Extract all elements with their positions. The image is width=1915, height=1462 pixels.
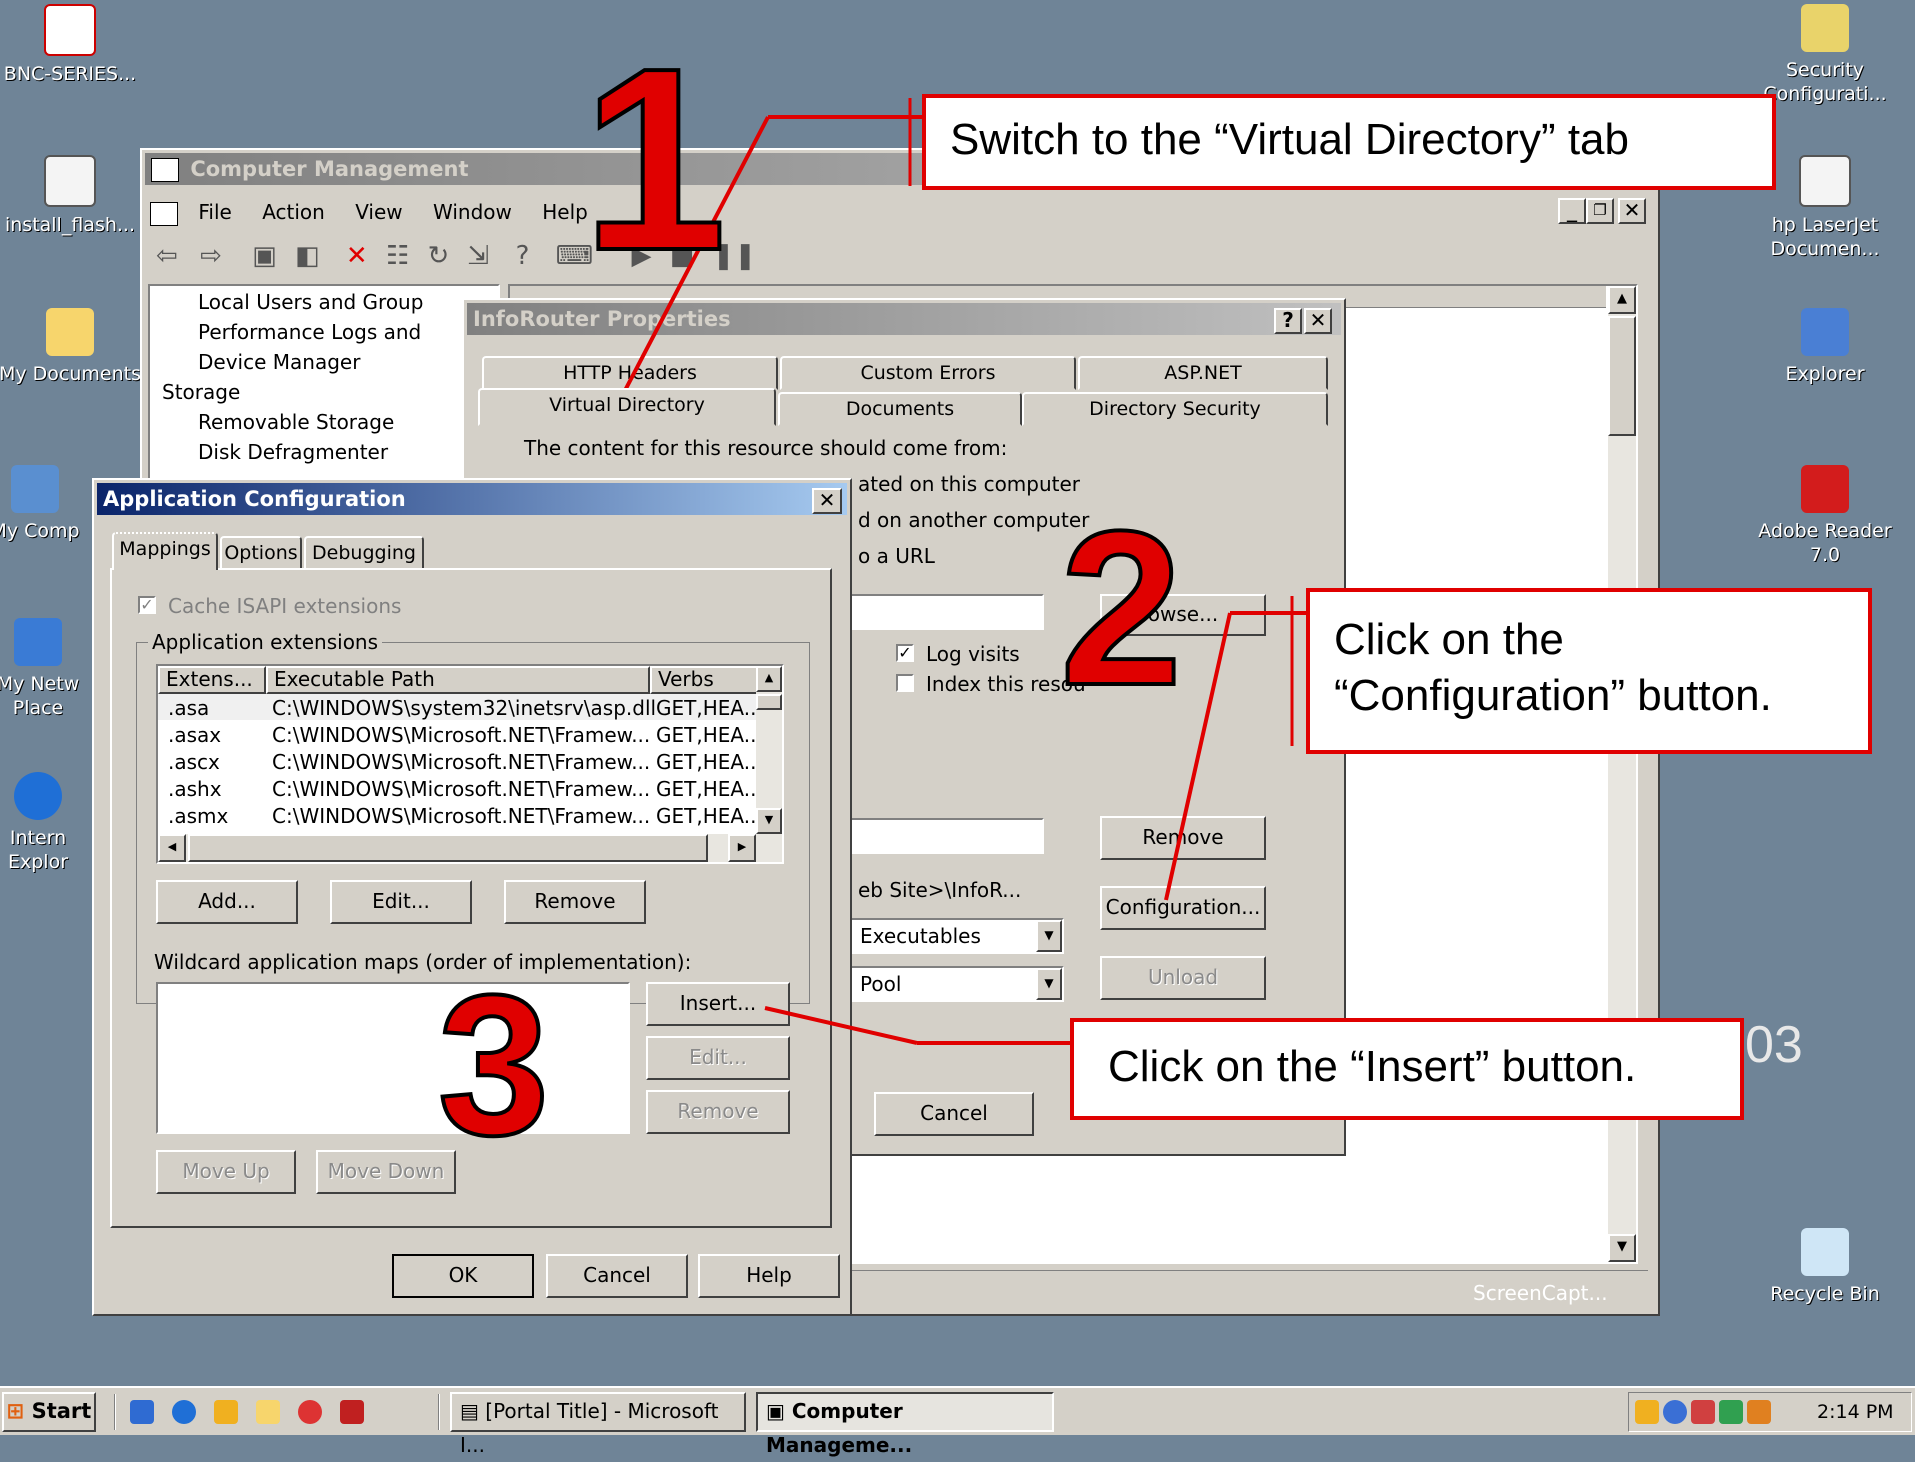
task-label: [Portal Title] - Microsoft I... [460,1399,719,1457]
callout-step-2: Click on the “Configuration” button. [1306,588,1872,754]
tray-update-icon[interactable] [1719,1400,1743,1424]
callout-line-3b [764,1006,918,1045]
desktop: { "desktop_icons": [ {"label": "BNC-SERI… [0,0,1915,1457]
tab-mappings[interactable]: Mappings [112,532,218,570]
windows-logo-icon: ⊞ [6,1399,25,1423]
taskbar-divider [438,1394,440,1430]
quicklaunch-folder-icon[interactable] [256,1400,280,1424]
tray-alert-icon[interactable] [1747,1400,1771,1424]
ie-page-icon: ▤ [460,1399,479,1423]
quicklaunch-ie-icon[interactable] [172,1400,196,1424]
callout-step-1: Switch to the “Virtual Directory” tab [922,94,1776,190]
task-computer-management[interactable]: ▣ Computer Manageme... [756,1392,1054,1457]
callout-step-1-text: Switch to the “Virtual Directory” tab [950,115,1629,164]
step-1-number: 1 [580,15,729,305]
taskbar: ⊞ Start ▤ [Portal Title] - Microsoft I..… [0,1386,1915,1457]
quicklaunch-media-icon[interactable] [298,1400,322,1424]
start-label: Start [31,1399,92,1423]
quicklaunch-explorer-icon[interactable] [130,1400,154,1424]
step-3-number: 3 [436,954,551,1177]
callout-step-3: Click on the “Insert” button. [1070,1018,1744,1120]
quicklaunch-adobe-icon[interactable] [340,1400,364,1424]
tray-clock-icon[interactable] [1635,1400,1659,1424]
callout-step-2-line-1: Click on the [1334,615,1564,664]
system-tray: 2:14 PM [1628,1392,1912,1432]
tray-network-icon[interactable] [1663,1400,1687,1424]
computer-icon: ▣ [766,1399,785,1423]
clock: 2:14 PM [1817,1401,1894,1423]
quicklaunch-divider [114,1394,116,1430]
task-portal-ie[interactable]: ▤ [Portal Title] - Microsoft I... [450,1392,746,1457]
tab-virtual-directory[interactable]: Virtual Directory [478,388,776,426]
quicklaunch-clock-icon[interactable] [214,1400,238,1424]
tray-security-icon[interactable] [1691,1400,1715,1424]
callout-step-3-text: Click on the “Insert” button. [1108,1042,1637,1091]
task-label: Computer Manageme... [766,1399,913,1457]
step-2-number: 2 [1058,485,1184,731]
callout-step-2-line-2: “Configuration” button. [1334,671,1772,720]
start-button[interactable]: ⊞ Start [2,1392,96,1432]
